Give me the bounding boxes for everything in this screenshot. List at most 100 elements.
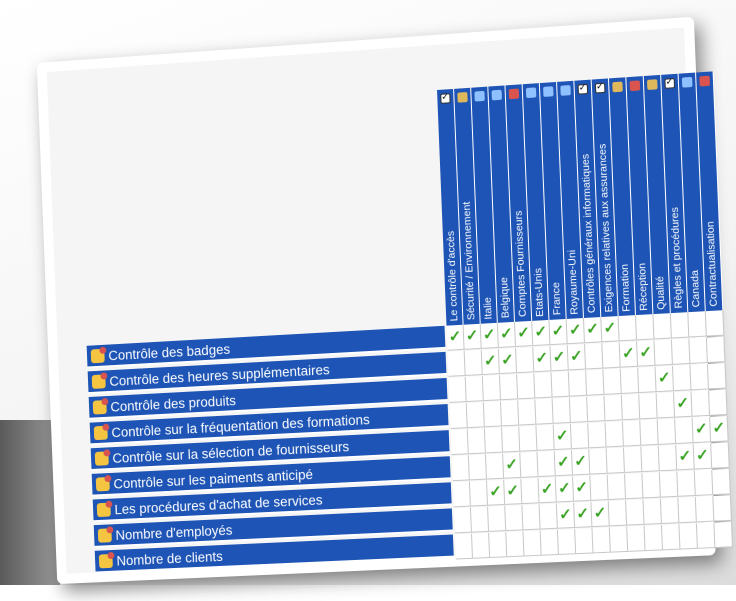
matrix-cell[interactable]: ✓ xyxy=(498,322,516,348)
matrix-cell[interactable] xyxy=(505,505,523,531)
matrix-cell[interactable] xyxy=(506,531,524,557)
matrix-cell[interactable] xyxy=(624,447,642,473)
matrix-cell[interactable] xyxy=(638,367,656,393)
matrix-cell[interactable] xyxy=(607,448,625,474)
matrix-cell[interactable] xyxy=(558,529,576,555)
matrix-cell[interactable] xyxy=(517,373,535,399)
matrix-cell[interactable] xyxy=(448,351,466,377)
matrix-cell[interactable]: ✓ xyxy=(601,316,619,342)
matrix-cell[interactable] xyxy=(707,337,726,363)
matrix-cell[interactable] xyxy=(675,418,694,444)
matrix-cell[interactable] xyxy=(552,371,570,397)
matrix-cell[interactable] xyxy=(453,481,471,507)
matrix-cell[interactable]: ✓ xyxy=(637,340,655,366)
matrix-cell[interactable]: ✓ xyxy=(584,317,602,343)
matrix-cell[interactable] xyxy=(671,312,689,338)
matrix-cell[interactable] xyxy=(502,427,520,453)
matrix-cell[interactable] xyxy=(468,428,486,454)
matrix-cell[interactable] xyxy=(602,342,620,368)
matrix-cell[interactable] xyxy=(518,399,536,425)
matrix-cell[interactable] xyxy=(519,426,537,452)
matrix-cell[interactable] xyxy=(657,392,675,418)
matrix-cell[interactable] xyxy=(589,448,607,474)
matrix-cell[interactable] xyxy=(540,503,558,529)
matrix-cell[interactable]: ✓ xyxy=(539,477,557,503)
matrix-cell[interactable] xyxy=(662,524,680,550)
matrix-cell[interactable] xyxy=(643,499,661,525)
matrix-cell[interactable] xyxy=(695,470,714,496)
matrix-cell[interactable] xyxy=(516,347,534,373)
matrix-cell[interactable] xyxy=(466,376,484,402)
matrix-cell[interactable] xyxy=(688,311,707,337)
matrix-cell[interactable] xyxy=(472,533,490,559)
matrix-cell[interactable] xyxy=(486,454,504,480)
matrix-cell[interactable] xyxy=(523,531,541,557)
matrix-cell[interactable] xyxy=(696,496,715,522)
matrix-cell[interactable]: ✓ xyxy=(515,321,533,347)
matrix-cell[interactable] xyxy=(625,473,643,499)
matrix-cell[interactable] xyxy=(484,401,502,427)
matrix-cell[interactable] xyxy=(452,455,470,481)
matrix-cell[interactable]: ✓ xyxy=(676,444,695,470)
matrix-cell[interactable] xyxy=(621,368,639,394)
matrix-cell[interactable] xyxy=(679,523,698,549)
matrix-cell[interactable] xyxy=(467,402,485,428)
matrix-cell[interactable] xyxy=(692,390,711,416)
matrix-cell[interactable] xyxy=(537,451,555,477)
matrix-cell[interactable]: ✓ xyxy=(574,502,592,528)
matrix-cell[interactable] xyxy=(553,398,571,424)
matrix-cell[interactable]: ✓ xyxy=(620,341,638,367)
matrix-cell[interactable]: ✓ xyxy=(567,318,585,344)
matrix-cell[interactable] xyxy=(606,421,624,447)
matrix-cell[interactable] xyxy=(678,497,697,523)
matrix-cell[interactable] xyxy=(501,400,519,426)
matrix-cell[interactable] xyxy=(535,399,553,425)
matrix-cell[interactable] xyxy=(450,403,468,429)
matrix-cell[interactable]: ✓ xyxy=(693,417,712,443)
matrix-cell[interactable] xyxy=(587,396,605,422)
matrix-cell[interactable]: ✓ xyxy=(482,349,500,375)
matrix-cell[interactable]: ✓ xyxy=(674,391,693,417)
matrix-cell[interactable] xyxy=(571,423,589,449)
matrix-cell[interactable]: ✓ xyxy=(487,480,505,506)
matrix-cell[interactable]: ✓ xyxy=(533,346,551,372)
matrix-cell[interactable] xyxy=(534,372,552,398)
matrix-cell[interactable] xyxy=(619,315,637,341)
matrix-cell[interactable]: ✓ xyxy=(554,424,572,450)
matrix-cell[interactable] xyxy=(672,339,690,365)
matrix-cell[interactable]: ✓ xyxy=(568,344,586,370)
matrix-cell[interactable] xyxy=(586,370,604,396)
matrix-cell[interactable] xyxy=(653,313,671,339)
matrix-cell[interactable]: ✓ xyxy=(503,453,521,479)
matrix-cell[interactable] xyxy=(603,369,621,395)
matrix-cell[interactable] xyxy=(636,314,654,340)
matrix-cell[interactable] xyxy=(639,393,657,419)
matrix-cell[interactable] xyxy=(673,365,692,391)
matrix-cell[interactable] xyxy=(706,310,725,336)
matrix-cell[interactable]: ✓ xyxy=(464,324,482,350)
matrix-cell[interactable] xyxy=(522,504,540,530)
matrix-cell[interactable] xyxy=(536,425,554,451)
matrix-cell[interactable] xyxy=(500,374,518,400)
matrix-cell[interactable] xyxy=(575,528,593,554)
matrix-cell[interactable] xyxy=(659,445,677,471)
matrix-cell[interactable] xyxy=(585,343,603,369)
matrix-cell[interactable]: ✓ xyxy=(447,325,465,351)
matrix-cell[interactable] xyxy=(640,420,658,446)
matrix-cell[interactable] xyxy=(610,527,628,553)
matrix-cell[interactable] xyxy=(660,471,678,497)
matrix-cell[interactable]: ✓ xyxy=(532,320,550,346)
matrix-cell[interactable]: ✓ xyxy=(504,479,522,505)
matrix-cell[interactable]: ✓ xyxy=(656,366,674,392)
matrix-cell[interactable] xyxy=(641,446,659,472)
matrix-cell[interactable] xyxy=(455,534,473,560)
matrix-cell[interactable]: ✓ xyxy=(481,323,499,349)
matrix-cell[interactable] xyxy=(623,420,641,446)
matrix-cell[interactable] xyxy=(654,339,672,365)
matrix-cell[interactable]: ✓ xyxy=(555,450,573,476)
matrix-cell[interactable]: ✓ xyxy=(556,476,574,502)
matrix-cell[interactable]: ✓ xyxy=(694,443,713,469)
matrix-cell[interactable]: ✓ xyxy=(591,501,609,527)
matrix-cell[interactable] xyxy=(570,397,588,423)
matrix-cell[interactable] xyxy=(622,394,640,420)
